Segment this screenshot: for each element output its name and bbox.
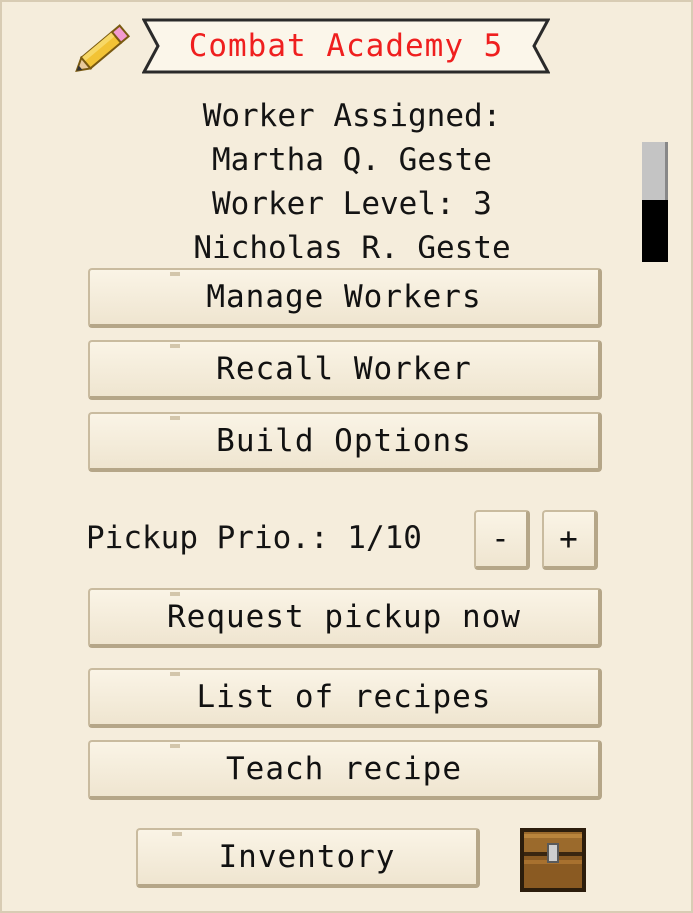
worker-assigned-label: Worker Assigned: [202, 98, 502, 134]
inventory-button[interactable]: Inventory [136, 828, 480, 888]
worker-info: Worker Assigned: Martha Q. Geste Worker … [132, 96, 572, 258]
worker-name-2: Nicholas R. Geste [193, 230, 511, 258]
info-scrollbar[interactable] [642, 142, 668, 262]
priority-increase-button[interactable]: + [542, 510, 598, 570]
teach-recipe-button[interactable]: Teach recipe [88, 740, 602, 800]
manage-workers-label: Manage Workers [206, 279, 482, 315]
inventory-label: Inventory [218, 839, 396, 875]
chest-icon[interactable] [518, 826, 588, 894]
list-recipes-label: List of recipes [196, 679, 492, 715]
worker-name: Martha Q. Geste [212, 142, 492, 178]
manage-workers-button[interactable]: Manage Workers [88, 268, 602, 328]
request-pickup-button[interactable]: Request pickup now [88, 588, 602, 648]
building-panel: Combat Academy 5 Worker Assigned: Martha… [0, 0, 693, 913]
pencil-icon[interactable] [74, 18, 136, 76]
request-pickup-label: Request pickup now [167, 599, 521, 635]
recall-worker-button[interactable]: Recall Worker [88, 340, 602, 400]
title-banner: Combat Academy 5 [142, 18, 550, 74]
minus-label: - [491, 521, 511, 557]
pickup-priority-label: Pickup Prio.: 1/10 [86, 520, 422, 556]
build-options-button[interactable]: Build Options [88, 412, 602, 472]
scrollbar-thumb[interactable] [642, 142, 668, 200]
build-options-label: Build Options [216, 423, 472, 459]
list-recipes-button[interactable]: List of recipes [88, 668, 602, 728]
priority-decrease-button[interactable]: - [474, 510, 530, 570]
building-title[interactable]: Combat Academy 5 [142, 18, 550, 74]
plus-label: + [559, 521, 579, 557]
recall-worker-label: Recall Worker [216, 351, 472, 387]
worker-level: Worker Level: 3 [212, 186, 492, 222]
teach-recipe-label: Teach recipe [226, 751, 462, 787]
